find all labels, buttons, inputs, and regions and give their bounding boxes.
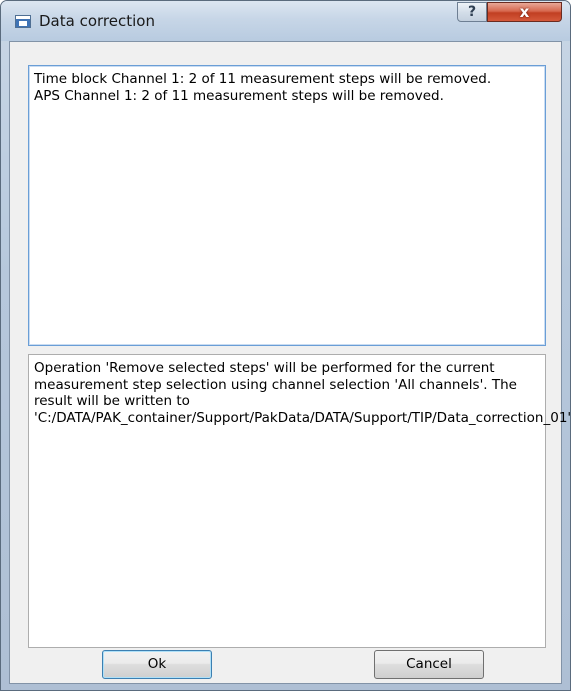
summary-text-area[interactable]: Time block Channel 1: 2 of 11 measuremen… bbox=[28, 65, 546, 346]
cancel-button[interactable]: Cancel bbox=[374, 650, 484, 679]
description-text-area[interactable]: Operation 'Remove selected steps' will b… bbox=[28, 354, 571, 648]
title-bar[interactable]: Data correction ? x bbox=[1, 1, 570, 41]
operation-description: Operation 'Remove selected steps' will b… bbox=[34, 360, 571, 426]
window-title: Data correction bbox=[39, 12, 155, 30]
dialog-window: Data correction ? x Time block Channel 1… bbox=[0, 0, 571, 691]
application-window-icon bbox=[15, 15, 31, 28]
dialog-body: Time block Channel 1: 2 of 11 measuremen… bbox=[9, 41, 571, 684]
summary-line: APS Channel 1: 2 of 11 measurement steps… bbox=[34, 87, 444, 104]
help-button[interactable]: ? bbox=[457, 2, 487, 22]
ok-button[interactable]: Ok bbox=[102, 650, 212, 679]
close-button[interactable]: x bbox=[487, 2, 562, 22]
summary-line: Time block Channel 1: 2 of 11 measuremen… bbox=[34, 71, 492, 87]
